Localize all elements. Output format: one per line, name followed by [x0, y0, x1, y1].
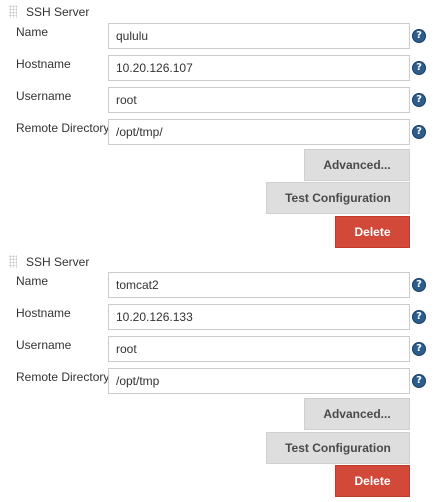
section-title: SSH Server [26, 255, 90, 269]
ssh-server-section: SSH Server Name ? Hostname ? Username ? … [0, 0, 440, 248]
drag-handle-icon[interactable] [9, 5, 17, 18]
username-label: Username [16, 89, 72, 103]
help-icon[interactable]: ? [412, 29, 426, 43]
remote-directory-row: Remote Directory ? [0, 368, 440, 396]
remote-directory-label: Remote Directory [16, 121, 110, 135]
help-icon[interactable]: ? [412, 374, 426, 388]
name-field[interactable] [108, 23, 410, 49]
help-icon[interactable]: ? [412, 342, 426, 356]
help-icon[interactable]: ? [412, 93, 426, 107]
hostname-label: Hostname [16, 57, 71, 71]
hostname-row: Hostname ? [0, 304, 440, 332]
username-label: Username [16, 338, 72, 352]
help-icon[interactable]: ? [412, 278, 426, 292]
name-row: Name ? [0, 272, 440, 300]
test-configuration-button[interactable]: Test Configuration [266, 432, 410, 464]
username-row: Username ? [0, 87, 440, 115]
advanced-button[interactable]: Advanced... [304, 149, 410, 181]
remote-directory-label: Remote Directory [16, 370, 110, 384]
name-label: Name [16, 274, 49, 288]
hostname-row: Hostname ? [0, 55, 440, 83]
username-field[interactable] [108, 87, 410, 113]
section-title: SSH Server [26, 5, 90, 19]
remote-directory-field[interactable] [108, 119, 410, 145]
help-icon[interactable]: ? [412, 125, 426, 139]
advanced-button[interactable]: Advanced... [304, 398, 410, 430]
drag-handle-icon[interactable] [9, 255, 17, 268]
remote-directory-row: Remote Directory ? [0, 119, 440, 147]
test-configuration-button[interactable]: Test Configuration [266, 182, 410, 214]
name-field[interactable] [108, 272, 410, 298]
remote-directory-field[interactable] [108, 368, 410, 394]
name-row: Name ? [0, 23, 440, 51]
help-icon[interactable]: ? [412, 61, 426, 75]
username-row: Username ? [0, 336, 440, 364]
delete-button[interactable]: Delete [335, 465, 410, 497]
name-label: Name [16, 25, 49, 39]
username-field[interactable] [108, 336, 410, 362]
hostname-field[interactable] [108, 55, 410, 81]
ssh-server-section: SSH Server Name ? Hostname ? Username ? … [0, 250, 440, 497]
hostname-field[interactable] [108, 304, 410, 330]
hostname-label: Hostname [16, 306, 71, 320]
delete-button[interactable]: Delete [335, 216, 410, 248]
help-icon[interactable]: ? [412, 310, 426, 324]
